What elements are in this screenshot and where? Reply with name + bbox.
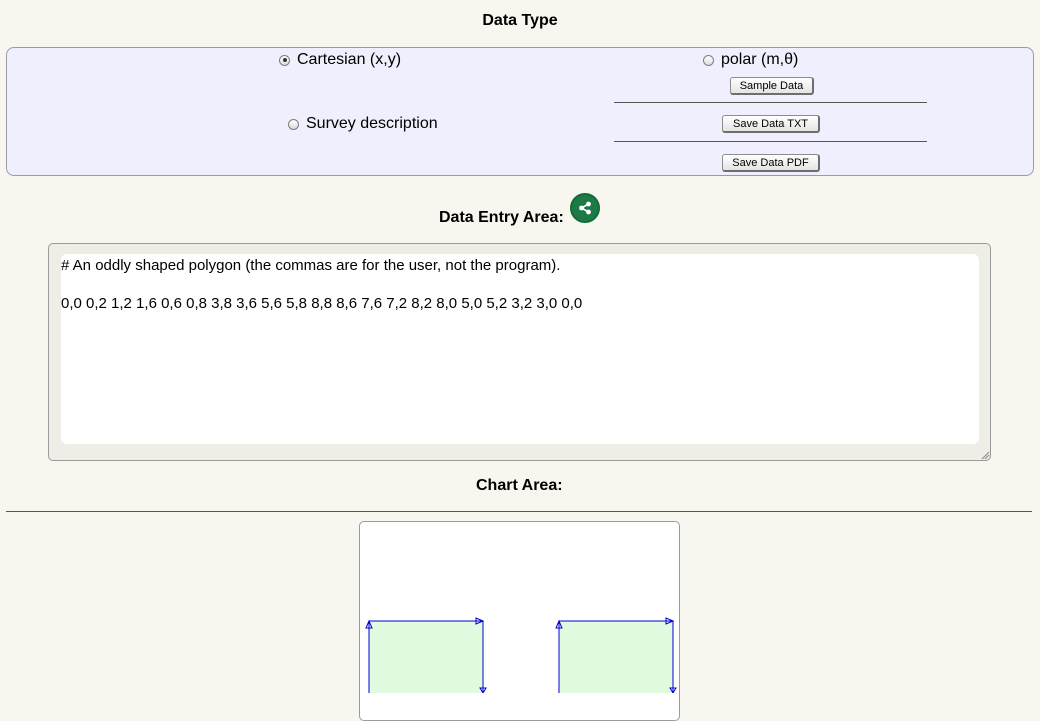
share-icon bbox=[579, 201, 591, 215]
divider bbox=[614, 141, 927, 142]
comment-line: # An oddly shaped polygon (the commas ar… bbox=[61, 257, 561, 274]
data-type-panel bbox=[6, 47, 1034, 176]
survey-radio[interactable] bbox=[288, 118, 299, 130]
data-type-title: Data Type bbox=[482, 12, 558, 29]
resize-handle-icon[interactable] bbox=[980, 450, 990, 460]
data-line: 0,0 0,2 1,2 1,6 0,6 0,8 3,8 3,6 5,6 5,8 … bbox=[61, 295, 583, 312]
polygon-right bbox=[555, 617, 677, 693]
cartesian-radio[interactable] bbox=[279, 54, 290, 66]
polar-radio[interactable] bbox=[703, 54, 714, 66]
survey-option[interactable]: Survey description bbox=[288, 115, 438, 133]
chart-divider bbox=[6, 511, 1032, 512]
data-entry-title: Data Entry Area: bbox=[439, 209, 564, 226]
save-pdf-button[interactable]: Save Data PDF bbox=[722, 154, 820, 172]
cartesian-option[interactable]: Cartesian (x,y) bbox=[279, 51, 401, 69]
cartesian-label: Cartesian (x,y) bbox=[297, 51, 402, 68]
divider bbox=[614, 102, 927, 103]
data-entry-textarea[interactable]: # An oddly shaped polygon (the commas ar… bbox=[61, 254, 979, 444]
polygon-left bbox=[365, 617, 487, 693]
chart-area-title: Chart Area: bbox=[476, 477, 563, 494]
survey-label: Survey description bbox=[306, 115, 438, 132]
save-txt-button[interactable]: Save Data TXT bbox=[722, 115, 820, 133]
share-button[interactable] bbox=[570, 193, 600, 223]
polar-option[interactable]: polar (m,θ) bbox=[703, 51, 798, 69]
chart-canvas bbox=[365, 617, 677, 693]
polar-label: polar (m,θ) bbox=[721, 51, 799, 68]
sample-data-button[interactable]: Sample Data bbox=[730, 77, 814, 95]
chart-box bbox=[359, 521, 680, 721]
